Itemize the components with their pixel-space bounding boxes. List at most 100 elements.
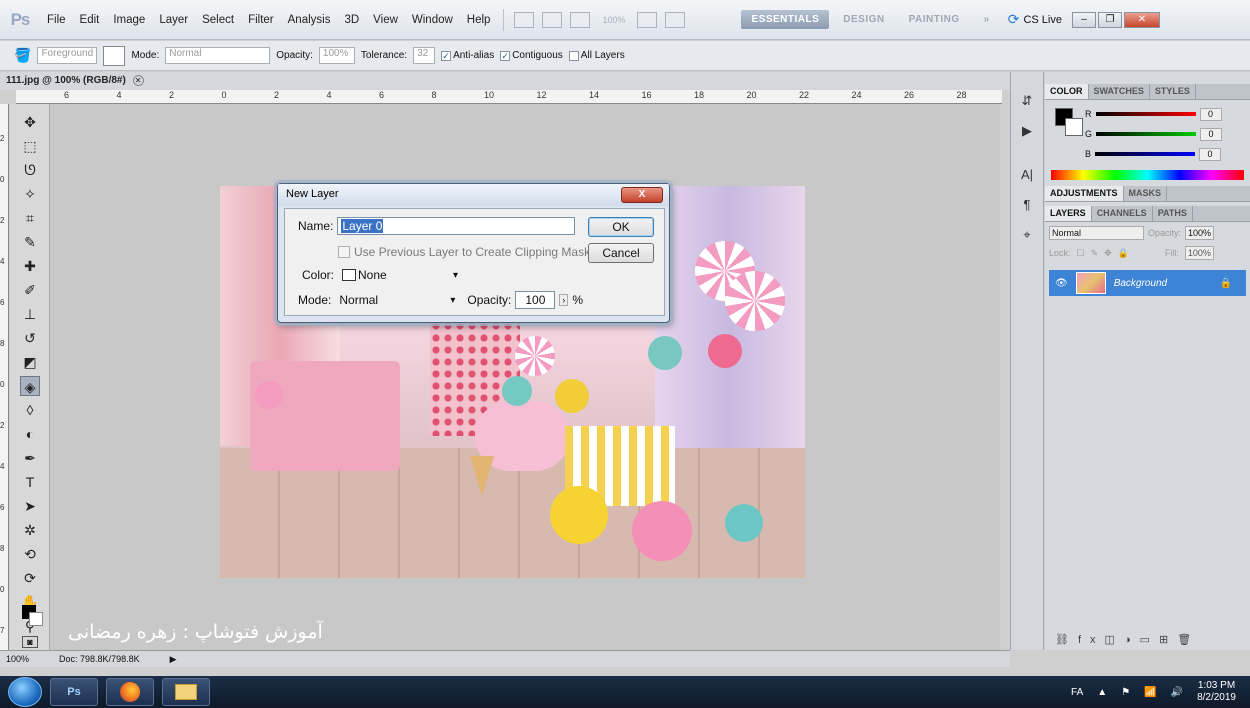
color-panel-background[interactable] <box>1065 118 1083 136</box>
ok-button[interactable]: OK <box>588 217 654 237</box>
action-center-icon[interactable]: ⚑ <box>1121 687 1130 698</box>
layer-lock-icon[interactable]: 🔒 <box>1220 278 1232 289</box>
move-tool-icon[interactable]: ✥ <box>20 112 40 132</box>
color-spectrum[interactable] <box>1051 170 1244 180</box>
tab-layers[interactable]: LAYERS <box>1045 206 1092 221</box>
shape-tool-icon[interactable]: ✲ <box>20 520 40 540</box>
contiguous-checkbox[interactable]: ✓ Contiguous <box>500 50 563 61</box>
slider-g-value[interactable]: 0 <box>1200 127 1223 141</box>
anti-alias-checkbox[interactable]: ✓ Anti-alias <box>441 50 494 61</box>
color-select[interactable]: None <box>338 266 462 284</box>
pen-tool-icon[interactable]: ✒ <box>20 448 40 468</box>
menu-image[interactable]: Image <box>106 14 152 26</box>
arrange-documents-icon[interactable] <box>637 11 658 28</box>
close-document-icon[interactable]: ✕ <box>132 75 144 86</box>
type-tool-icon[interactable]: T <box>20 472 40 492</box>
menu-view[interactable]: View <box>366 14 405 26</box>
bridge-icon[interactable] <box>514 11 535 28</box>
tab-paths[interactable]: PATHS <box>1153 206 1193 221</box>
all-layers-checkbox[interactable]: All Layers <box>568 50 625 61</box>
workspace-essentials[interactable]: ESSENTIALS <box>741 10 830 29</box>
marquee-tool-icon[interactable]: ⬚ <box>20 136 40 156</box>
menu-select[interactable]: Select <box>195 14 241 26</box>
add-mask-icon[interactable]: ◫ <box>1105 634 1124 646</box>
close-button[interactable]: ✕ <box>1124 11 1160 28</box>
tab-adjustments[interactable]: ADJUSTMENTS <box>1045 186 1124 201</box>
tab-styles[interactable]: STYLES <box>1150 84 1196 99</box>
screen-mode-icon[interactable] <box>665 11 686 28</box>
new-group-icon[interactable]: ▭ <box>1140 634 1159 646</box>
3d-orbit-tool-icon[interactable]: ⟳ <box>20 568 40 588</box>
tab-masks[interactable]: MASKS <box>1124 186 1168 201</box>
clipping-mask-checkbox[interactable] <box>338 246 350 258</box>
language-indicator[interactable]: FA <box>1071 687 1083 698</box>
blur-tool-icon[interactable]: ◊ <box>20 400 40 420</box>
slider-r-value[interactable]: 0 <box>1199 107 1222 121</box>
document-tab[interactable]: 111.jpg @ 100% (RGB/8#) ✕ <box>0 72 1010 90</box>
eyedropper-tool-icon[interactable]: ✎ <box>20 232 40 252</box>
clone-stamp-tool-icon[interactable]: ⊥ <box>20 304 40 324</box>
volume-icon[interactable]: 🔊 <box>1171 687 1183 698</box>
taskbar-photoshop-icon[interactable]: Ps <box>50 678 98 706</box>
taskbar-explorer-icon[interactable] <box>162 678 210 706</box>
mini-bridge-icon[interactable] <box>542 11 563 28</box>
lock-position-icon[interactable]: ✥ <box>1104 248 1112 259</box>
layer-name-input[interactable]: Layer 0 <box>337 217 576 235</box>
healing-brush-tool-icon[interactable]: ✚ <box>20 256 40 276</box>
status-zoom[interactable]: 100% <box>6 654 29 664</box>
menu-window[interactable]: Window <box>405 14 460 26</box>
quick-select-tool-icon[interactable]: ✧ <box>20 184 40 204</box>
tab-color[interactable]: COLOR <box>1045 84 1089 99</box>
layer-background-row[interactable]: 👁 Background 🔒 <box>1049 270 1246 296</box>
dialog-close-button[interactable]: X <box>621 187 663 203</box>
show-hidden-icons[interactable]: ▲ <box>1097 687 1107 698</box>
paragraph-icon[interactable]: ¶ <box>1016 194 1038 216</box>
zoom-level-dropdown[interactable]: 100% <box>602 15 625 25</box>
slider-b[interactable]: B0 <box>1045 144 1250 164</box>
tab-swatches[interactable]: SWATCHES <box>1089 84 1150 99</box>
3d-rotate-tool-icon[interactable]: ⟲ <box>20 544 40 564</box>
lock-pixels-icon[interactable]: ✎ <box>1091 248 1099 259</box>
crop-tool-icon[interactable]: ⌗ <box>20 208 40 228</box>
menu-edit[interactable]: Edit <box>73 14 107 26</box>
background-color-swatch[interactable] <box>29 612 43 626</box>
dodge-tool-icon[interactable]: ◐ <box>20 424 40 444</box>
lock-all-icon[interactable]: 🔒 <box>1118 248 1129 259</box>
workspace-painting[interactable]: PAINTING <box>899 10 970 29</box>
quick-mask-icon[interactable]: ◙ <box>22 636 38 648</box>
layer-style-icon[interactable]: fx <box>1078 634 1105 646</box>
menu-layer[interactable]: Layer <box>152 14 195 26</box>
blend-mode-select[interactable]: Normal <box>1049 226 1144 240</box>
network-icon[interactable]: 📶 <box>1144 687 1156 698</box>
slider-b-value[interactable]: 0 <box>1199 147 1222 161</box>
status-menu-arrow-icon[interactable]: ▶ <box>170 654 177 665</box>
menu-filter[interactable]: Filter <box>241 14 281 26</box>
visibility-eye-icon[interactable]: 👁 <box>1055 278 1068 289</box>
opacity-slider-toggle[interactable]: › <box>559 294 569 306</box>
paint-bucket-icon[interactable]: 🪣 <box>14 47 31 64</box>
start-button[interactable] <box>8 677 42 707</box>
menu-help[interactable]: Help <box>460 14 498 26</box>
lock-transparency-icon[interactable]: ☐ <box>1077 248 1085 259</box>
restore-button[interactable]: ❐ <box>1098 11 1122 28</box>
cs-live-button[interactable]: ⟳ CS Live <box>1008 11 1062 28</box>
delete-layer-icon[interactable]: 🗑 <box>1177 634 1200 646</box>
menu-analysis[interactable]: Analysis <box>281 14 338 26</box>
cancel-button[interactable]: Cancel <box>588 243 654 263</box>
eraser-tool-icon[interactable]: ◩ <box>20 352 40 372</box>
mode-select[interactable]: Normal <box>165 47 271 64</box>
taskbar-firefox-icon[interactable] <box>106 678 154 706</box>
minimize-button[interactable]: – <box>1072 11 1096 28</box>
brush-tool-icon[interactable]: ✐ <box>20 280 40 300</box>
adjustment-layer-icon[interactable]: ◑ <box>1124 634 1140 646</box>
extras-icon[interactable] <box>570 11 591 28</box>
workspace-design[interactable]: DESIGN <box>833 10 894 29</box>
mode-select[interactable]: Normal <box>335 291 459 309</box>
clock[interactable]: 1:03 PM 8/2/2019 <box>1197 680 1236 704</box>
tab-channels[interactable]: CHANNELS <box>1092 206 1153 221</box>
layers-opacity-field[interactable]: 100% <box>1185 226 1215 240</box>
pattern-picker[interactable] <box>103 45 126 66</box>
paint-bucket-tool-icon[interactable]: ◈ <box>20 376 40 396</box>
character-icon[interactable]: A| <box>1016 164 1038 186</box>
fill-source-select[interactable]: Foreground <box>37 47 98 64</box>
